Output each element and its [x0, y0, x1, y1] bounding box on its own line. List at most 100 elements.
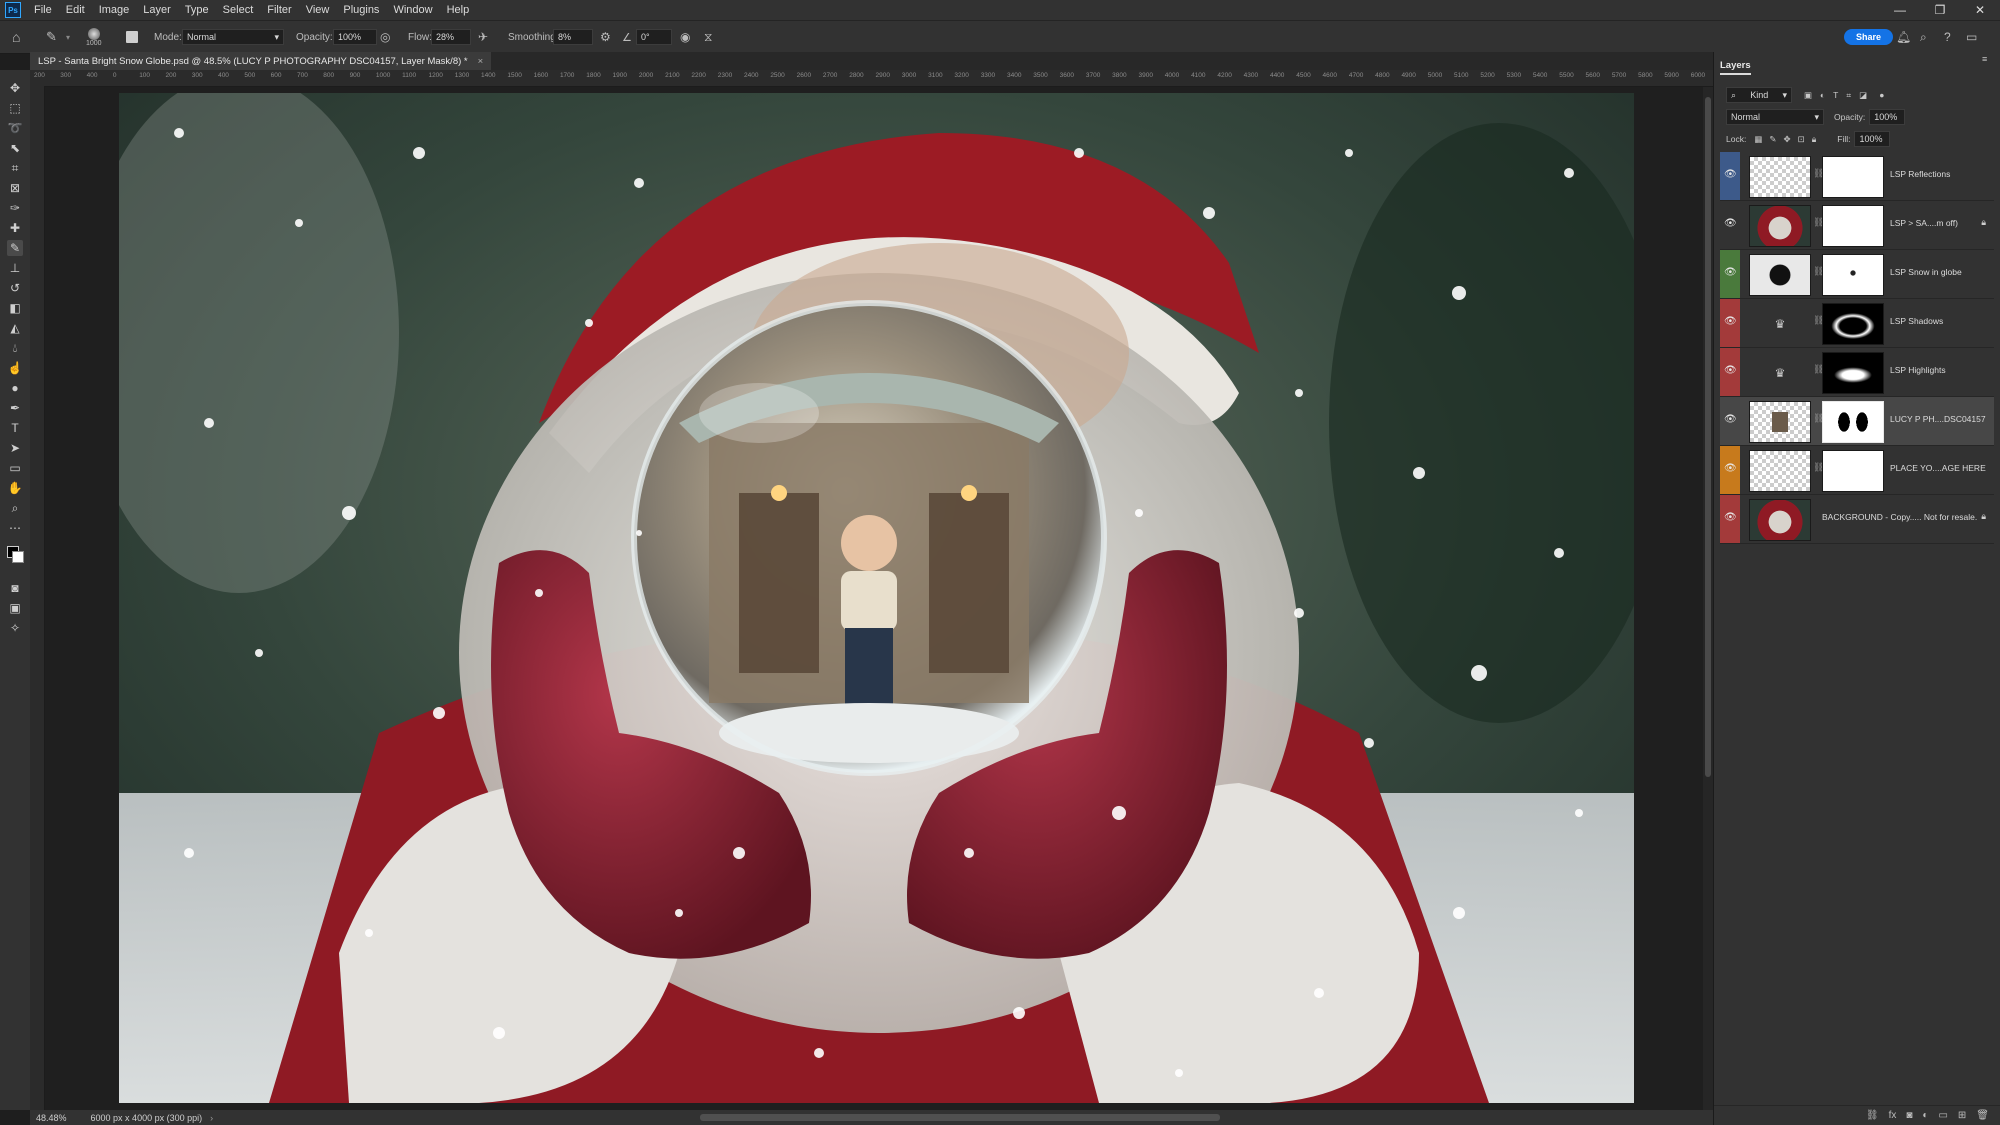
eye-icon[interactable]: 👁︎: [1724, 169, 1737, 181]
opacity-input[interactable]: 100%: [333, 29, 377, 45]
bell-icon[interactable]: 🔔︎: [1896, 21, 1911, 53]
eye-icon[interactable]: 👁︎: [1724, 365, 1737, 377]
zoom-level[interactable]: 48.48%: [36, 1113, 67, 1123]
eye-icon[interactable]: 👁︎: [1724, 316, 1737, 328]
menu-select[interactable]: Select: [216, 4, 261, 16]
angle-input[interactable]: 0°: [636, 29, 672, 45]
type-icon[interactable]: T: [7, 420, 23, 436]
layers-tab[interactable]: Layers: [1720, 60, 1751, 75]
menu-help[interactable]: Help: [440, 4, 477, 16]
fx-icon[interactable]: fx: [1889, 1110, 1897, 1121]
move-icon[interactable]: ✥: [7, 80, 23, 96]
dodge-icon[interactable]: ●: [7, 380, 23, 396]
chevron-right-icon[interactable]: ›: [210, 1113, 213, 1123]
new-group-icon[interactable]: ▭: [1938, 1110, 1947, 1121]
healing-icon[interactable]: ✚: [7, 220, 23, 236]
eye-icon[interactable]: 👁︎: [1724, 512, 1737, 524]
brush-icon[interactable]: ✎: [46, 21, 57, 53]
screen-mode-icon[interactable]: ▣: [7, 600, 23, 616]
history-brush-icon[interactable]: ↺: [7, 280, 23, 296]
crop-icon[interactable]: ⌗: [7, 160, 23, 176]
menu-image[interactable]: Image: [92, 4, 137, 16]
layer-mask-thumbnail[interactable]: [1822, 401, 1884, 443]
stamp-icon[interactable]: ⊥: [7, 260, 23, 276]
artwork-image[interactable]: [119, 93, 1634, 1103]
menu-filter[interactable]: Filter: [260, 4, 298, 16]
help-icon[interactable]: ?: [1944, 21, 1951, 53]
pressure-size-icon[interactable]: ◉: [680, 21, 690, 53]
layer-row-shadows[interactable]: 👁︎ ♛ ⛓︎ LSP Shadows: [1720, 299, 1994, 348]
layer-name[interactable]: LSP > SA....m off): [1890, 218, 1958, 228]
gradient-icon[interactable]: ◭: [7, 320, 23, 336]
more-tools-icon[interactable]: ⋯: [7, 520, 23, 536]
close-tab-icon[interactable]: ×: [478, 56, 484, 67]
menu-window[interactable]: Window: [386, 4, 439, 16]
home-icon[interactable]: ⌂: [12, 21, 20, 53]
search-icon[interactable]: ⌕: [1920, 21, 1927, 53]
canvas-area[interactable]: [45, 87, 1713, 1110]
menu-file[interactable]: File: [27, 4, 59, 16]
chevron-down-icon[interactable]: ▾: [66, 21, 70, 53]
layer-name[interactable]: LSP Shadows: [1890, 316, 1943, 326]
marquee-icon[interactable]: ⬚: [7, 100, 23, 116]
hand-icon[interactable]: ✋: [7, 480, 23, 496]
document-tab[interactable]: LSP - Santa Bright Snow Globe.psd @ 48.5…: [30, 52, 492, 70]
quick-mask-icon[interactable]: ◙: [7, 580, 23, 596]
fill-input[interactable]: 100%: [1854, 131, 1891, 147]
layer-row-reflections[interactable]: 👁︎ ⛓︎ LSP Reflections: [1720, 152, 1994, 201]
vertical-scrollbar[interactable]: [1703, 87, 1713, 1110]
frame-icon[interactable]: ⊠: [7, 180, 23, 196]
menu-edit[interactable]: Edit: [59, 4, 92, 16]
flow-input[interactable]: 28%: [431, 29, 471, 45]
layer-mask-thumbnail[interactable]: [1822, 352, 1884, 394]
vertical-scroll-thumb[interactable]: [1705, 97, 1711, 777]
minimize-icon[interactable]: —: [1880, 0, 1920, 20]
gear-icon[interactable]: ⚙: [600, 21, 611, 53]
layer-filter-icons[interactable]: ▣◐T⌗◪: [1804, 90, 1875, 101]
menu-layer[interactable]: Layer: [136, 4, 178, 16]
link-layers-icon[interactable]: ⛓︎: [1866, 1110, 1879, 1121]
smudge-icon[interactable]: ☝: [7, 360, 23, 376]
default-colors-icon[interactable]: [7, 546, 24, 563]
brush-preset-picker[interactable]: 1000: [86, 21, 102, 53]
panel-menu-icon[interactable]: ≡: [1982, 52, 1987, 66]
layer-mask-thumbnail[interactable]: [1822, 303, 1884, 345]
layer-name[interactable]: BACKGROUND - Copy..... Not for resale.: [1822, 512, 1977, 522]
adjustment-layer-icon[interactable]: ◐: [1922, 1110, 1928, 1121]
layer-name[interactable]: LSP Reflections: [1890, 169, 1950, 179]
layer-row-snow-in-globe[interactable]: 👁︎ ⛓︎ LSP Snow in globe: [1720, 250, 1994, 299]
path-select-icon[interactable]: ➤: [7, 440, 23, 456]
workspace-icon[interactable]: ▭: [1966, 21, 1977, 53]
layer-row-photo[interactable]: 👁︎ ⛓︎ LUCY P PH....DSC04157: [1720, 397, 1994, 446]
layer-name[interactable]: LSP Snow in globe: [1890, 267, 1962, 277]
zoom-icon[interactable]: ⌕: [7, 500, 23, 516]
blend-mode-select[interactable]: Normal ▾: [1726, 109, 1824, 125]
eye-icon[interactable]: 👁︎: [1724, 463, 1737, 475]
layer-row-santa[interactable]: 👁︎ ⛓︎ LSP > SA....m off) 🔒︎: [1720, 201, 1994, 250]
blur-icon[interactable]: 💧︎: [7, 340, 23, 356]
close-window-icon[interactable]: ✕: [1960, 0, 2000, 20]
menu-type[interactable]: Type: [178, 4, 216, 16]
eyedropper-icon[interactable]: ✑: [7, 200, 23, 216]
lock-options-icons[interactable]: ▦✎✥⊡🔒︎: [1754, 134, 1823, 145]
menu-plugins[interactable]: Plugins: [336, 4, 386, 16]
add-mask-icon[interactable]: ◙: [1906, 1110, 1912, 1121]
layer-mask-thumbnail[interactable]: [1822, 254, 1884, 296]
layer-row-highlights[interactable]: 👁︎ ♛ ⛓︎ LSP Highlights: [1720, 348, 1994, 397]
layer-opacity-input[interactable]: 100%: [1869, 109, 1906, 125]
generative-icon[interactable]: ✧: [7, 620, 23, 636]
layer-mask-thumbnail[interactable]: [1822, 205, 1884, 247]
eye-icon[interactable]: 👁︎: [1724, 218, 1737, 230]
pressure-opacity-icon[interactable]: ◎: [380, 21, 390, 53]
lasso-icon[interactable]: ➰: [7, 120, 23, 136]
layer-name[interactable]: PLACE YO....AGE HERE: [1890, 463, 1986, 473]
eraser-icon[interactable]: ◧: [7, 300, 23, 316]
brush-tool-icon[interactable]: ✎: [7, 240, 23, 256]
layer-name[interactable]: LSP Highlights: [1890, 365, 1946, 375]
rectangle-icon[interactable]: ▭: [7, 460, 23, 476]
menu-view[interactable]: View: [299, 4, 337, 16]
restore-icon[interactable]: ❐: [1920, 0, 1960, 20]
trash-icon[interactable]: 🗑︎: [1976, 1110, 1989, 1121]
eye-icon[interactable]: 👁︎: [1724, 267, 1737, 279]
smoothing-input[interactable]: 8%: [553, 29, 593, 45]
